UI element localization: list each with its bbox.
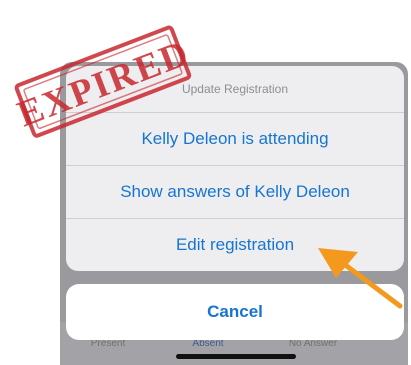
attending-button[interactable]: Kelly Deleon is attending <box>66 112 404 165</box>
cancel-button[interactable]: Cancel <box>66 284 404 340</box>
home-indicator <box>176 354 296 359</box>
action-sheet-title: Update Registration <box>181 82 289 96</box>
edit-registration-button[interactable]: Edit registration <box>66 218 404 271</box>
show-answers-button[interactable]: Show answers of Kelly Deleon <box>66 165 404 218</box>
action-sheet: Update Registration Kelly Deleon is atte… <box>66 66 404 271</box>
